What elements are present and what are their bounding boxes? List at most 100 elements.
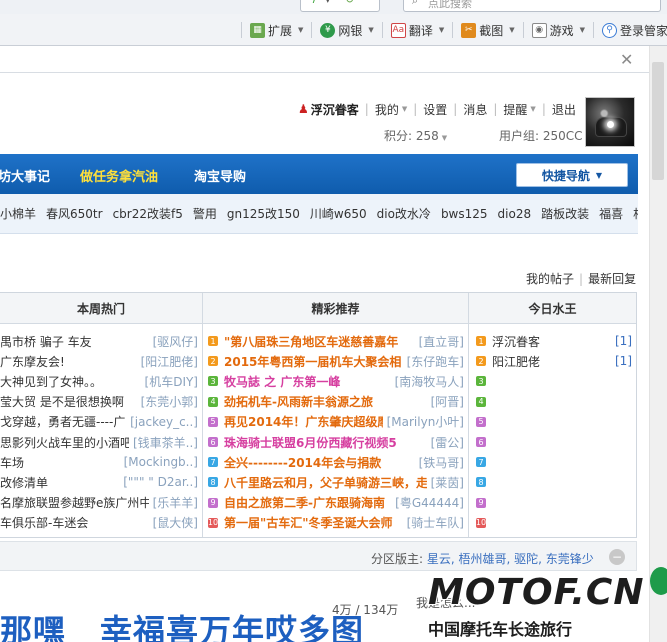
chevron-down-icon[interactable]: ▼: [439, 26, 444, 34]
featured-topic-title[interactable]: 全兴--------2014年会与捐款: [224, 454, 415, 471]
hot-topic-author[interactable]: [机车DIY]: [145, 373, 198, 390]
reminders-menu[interactable]: 提醒: [503, 101, 527, 118]
chevron-down-icon[interactable]: ▼: [509, 26, 514, 34]
avatar[interactable]: [585, 97, 635, 147]
hot-topic-author[interactable]: [乐羊羊]: [153, 494, 198, 511]
messages-link[interactable]: 消息: [463, 101, 487, 118]
tag-link[interactable]: gn125改150: [227, 205, 300, 222]
featured-topic-author[interactable]: [南海牧马人]: [395, 373, 464, 390]
latest-replies-link[interactable]: 最新回复: [588, 272, 636, 286]
chevron-down-icon[interactable]: ▼: [368, 26, 373, 34]
hot-topic-author[interactable]: [驱风仔]: [153, 333, 198, 350]
hot-topic-author[interactable]: [钱車茶羊..]: [133, 434, 198, 451]
nav-item-taobao[interactable]: 淘宝导购: [194, 166, 246, 185]
scrollbar-thumb[interactable]: [652, 62, 664, 180]
tag-link[interactable]: 小棉羊: [0, 205, 36, 222]
column-divider: [202, 293, 203, 537]
tag-link[interactable]: 川崎w650: [310, 205, 367, 222]
user-group-label[interactable]: 用户组: 250CC: [499, 129, 583, 143]
my-menu[interactable]: 我的: [375, 101, 399, 118]
tag-link[interactable]: 春风650tr: [46, 205, 103, 222]
featured-topic-title[interactable]: 自由之旅第二季-广东跟骑海南: [224, 494, 391, 511]
my-topics-link[interactable]: 我的帖子: [526, 272, 574, 286]
hot-topic-title[interactable]: 戈穿越，勇者无疆----广东: [0, 413, 126, 430]
featured-topic-title[interactable]: 牧马誌 之 广东第一峰: [224, 373, 391, 390]
banner-text[interactable]: 那嘿 幸福喜万年哎多图: [0, 606, 364, 642]
quick-nav-button[interactable]: 快捷导航 ▼: [516, 163, 628, 187]
chevron-down-icon[interactable]: ▼: [580, 26, 585, 34]
featured-topic-title[interactable]: 第一届"古车汇"冬季圣诞大会师: [224, 514, 403, 531]
tag-link[interactable]: dio28: [498, 207, 532, 221]
collapse-icon[interactable]: −: [609, 549, 625, 565]
featured-topic-title[interactable]: 珠海骑士联盟6月份西藏行视频5: [224, 434, 427, 451]
logout-link[interactable]: 退出: [552, 101, 576, 118]
address-bar[interactable]: ϟ ▾ ↻: [300, 0, 380, 12]
screenshot-button[interactable]: ✂ 截图 ▼: [458, 19, 517, 41]
featured-topic-author[interactable]: [莱茵]: [431, 474, 464, 491]
tag-link[interactable]: 踏板改装: [541, 205, 589, 222]
rank-badge: 5: [208, 416, 218, 427]
chevron-down-icon[interactable]: ▼: [530, 105, 535, 113]
chevron-down-icon[interactable]: ▼: [442, 134, 447, 142]
hot-topic-title[interactable]: 车俱乐部-车迷会: [0, 514, 149, 531]
hot-topic-title[interactable]: 大神见到了女神。。: [0, 373, 141, 390]
hot-topic-row: 车场 [Mockingb..]: [0, 452, 198, 472]
close-icon[interactable]: ✕: [620, 50, 633, 69]
refresh-icon[interactable]: ↻: [345, 0, 354, 6]
tag-link[interactable]: 相机: [633, 205, 638, 222]
column-header-hot: 本周热门: [0, 293, 202, 324]
featured-topic-author[interactable]: [粤G44444]: [395, 494, 464, 511]
featured-topic-title[interactable]: 八千里路云和月，父子单骑游三峡，走: [224, 474, 427, 491]
tag-link[interactable]: bws125: [441, 207, 488, 221]
hot-topic-title[interactable]: 思影列火战车里的小酒吧: [0, 434, 129, 451]
nav-item-events[interactable]: 坊大事记: [0, 166, 50, 185]
tag-link[interactable]: cbr22改装f5: [113, 205, 183, 222]
translate-label: 翻译: [408, 23, 433, 38]
chevron-down-icon[interactable]: ▼: [298, 26, 303, 34]
nav-item-tasks[interactable]: 做任务拿汽油: [80, 166, 158, 185]
featured-topic-title[interactable]: 再见2014年！广东肇庆超级摩: [224, 413, 383, 430]
lightning-icon[interactable]: ϟ: [309, 0, 316, 6]
hot-topic-author[interactable]: [Mockingb..]: [124, 455, 198, 469]
tag-link[interactable]: dio改水冷: [377, 205, 431, 222]
water-king-name[interactable]: 阳江肥佬: [492, 353, 611, 370]
translate-button[interactable]: Aa 翻译 ▼: [388, 19, 447, 41]
featured-topic-author[interactable]: [骑士车队]: [407, 514, 464, 531]
hot-topic-author[interactable]: [鼠大侠]: [153, 514, 198, 531]
games-button[interactable]: ◉ 游戏 ▼: [529, 19, 588, 41]
hot-topic-title[interactable]: 广东摩友会!: [0, 353, 137, 370]
hot-topic-title[interactable]: 改修清单: [0, 474, 119, 491]
float-button[interactable]: [650, 567, 667, 595]
hot-topic-author[interactable]: [东莞小郭]: [141, 393, 198, 410]
extensions-button[interactable]: ▦ 扩展 ▼: [247, 19, 306, 41]
featured-topic-title[interactable]: 2015年粤西第一届机车大聚会相: [224, 353, 403, 370]
featured-topic-title[interactable]: "第八届珠三角地区车迷慈善嘉年: [224, 333, 415, 350]
hot-topic-author[interactable]: [阳江肥佬]: [141, 353, 198, 370]
hot-topic-title[interactable]: 禺市桥 骗子 车友: [0, 333, 149, 350]
netbank-button[interactable]: ¥ 网银 ▼: [317, 19, 376, 41]
tag-link[interactable]: 福喜: [599, 205, 623, 222]
points-label[interactable]: 积分: 258: [384, 129, 439, 143]
featured-topic-title[interactable]: 劲拓机车-风雨新丰翁源之旅: [224, 393, 427, 410]
chevron-down-icon[interactable]: ▼: [402, 105, 407, 113]
featured-topic-author[interactable]: [阿晋]: [431, 393, 464, 410]
chevron-down-icon[interactable]: ▾: [325, 0, 331, 6]
featured-topic-author[interactable]: [雷公]: [431, 434, 464, 451]
settings-link[interactable]: 设置: [423, 101, 447, 118]
tag-link[interactable]: 警用: [193, 205, 217, 222]
featured-topic-author[interactable]: [直立哥]: [419, 333, 464, 350]
hot-topic-author[interactable]: [jackey_c..]: [130, 415, 198, 429]
search-input[interactable]: ⌕ 点此搜索: [403, 0, 661, 12]
username-link[interactable]: 浮沉眷客: [311, 101, 359, 118]
featured-topic-author[interactable]: [铁马哥]: [419, 454, 464, 471]
moderator-links[interactable]: 星云, 梧州雄哥, 驱陀, 东莞锋少: [427, 552, 594, 566]
water-king-name[interactable]: 浮沉眷客: [492, 333, 611, 350]
water-king-row-empty: 4: [476, 392, 632, 412]
featured-topic-author[interactable]: [东仔跑车]: [407, 353, 464, 370]
hot-topic-title[interactable]: 莹大贸 是不是很想换啊: [0, 393, 137, 410]
hot-topic-author[interactable]: [""" " D2ar..]: [123, 475, 198, 489]
hot-topic-title[interactable]: 名摩旅联盟参越野e族广州中: [0, 494, 149, 511]
login-manager-button[interactable]: ⚲ 登录管家: [599, 19, 667, 41]
featured-topic-author[interactable]: [Marilyn小叶]: [387, 413, 464, 430]
hot-topic-title[interactable]: 车场: [0, 454, 120, 471]
